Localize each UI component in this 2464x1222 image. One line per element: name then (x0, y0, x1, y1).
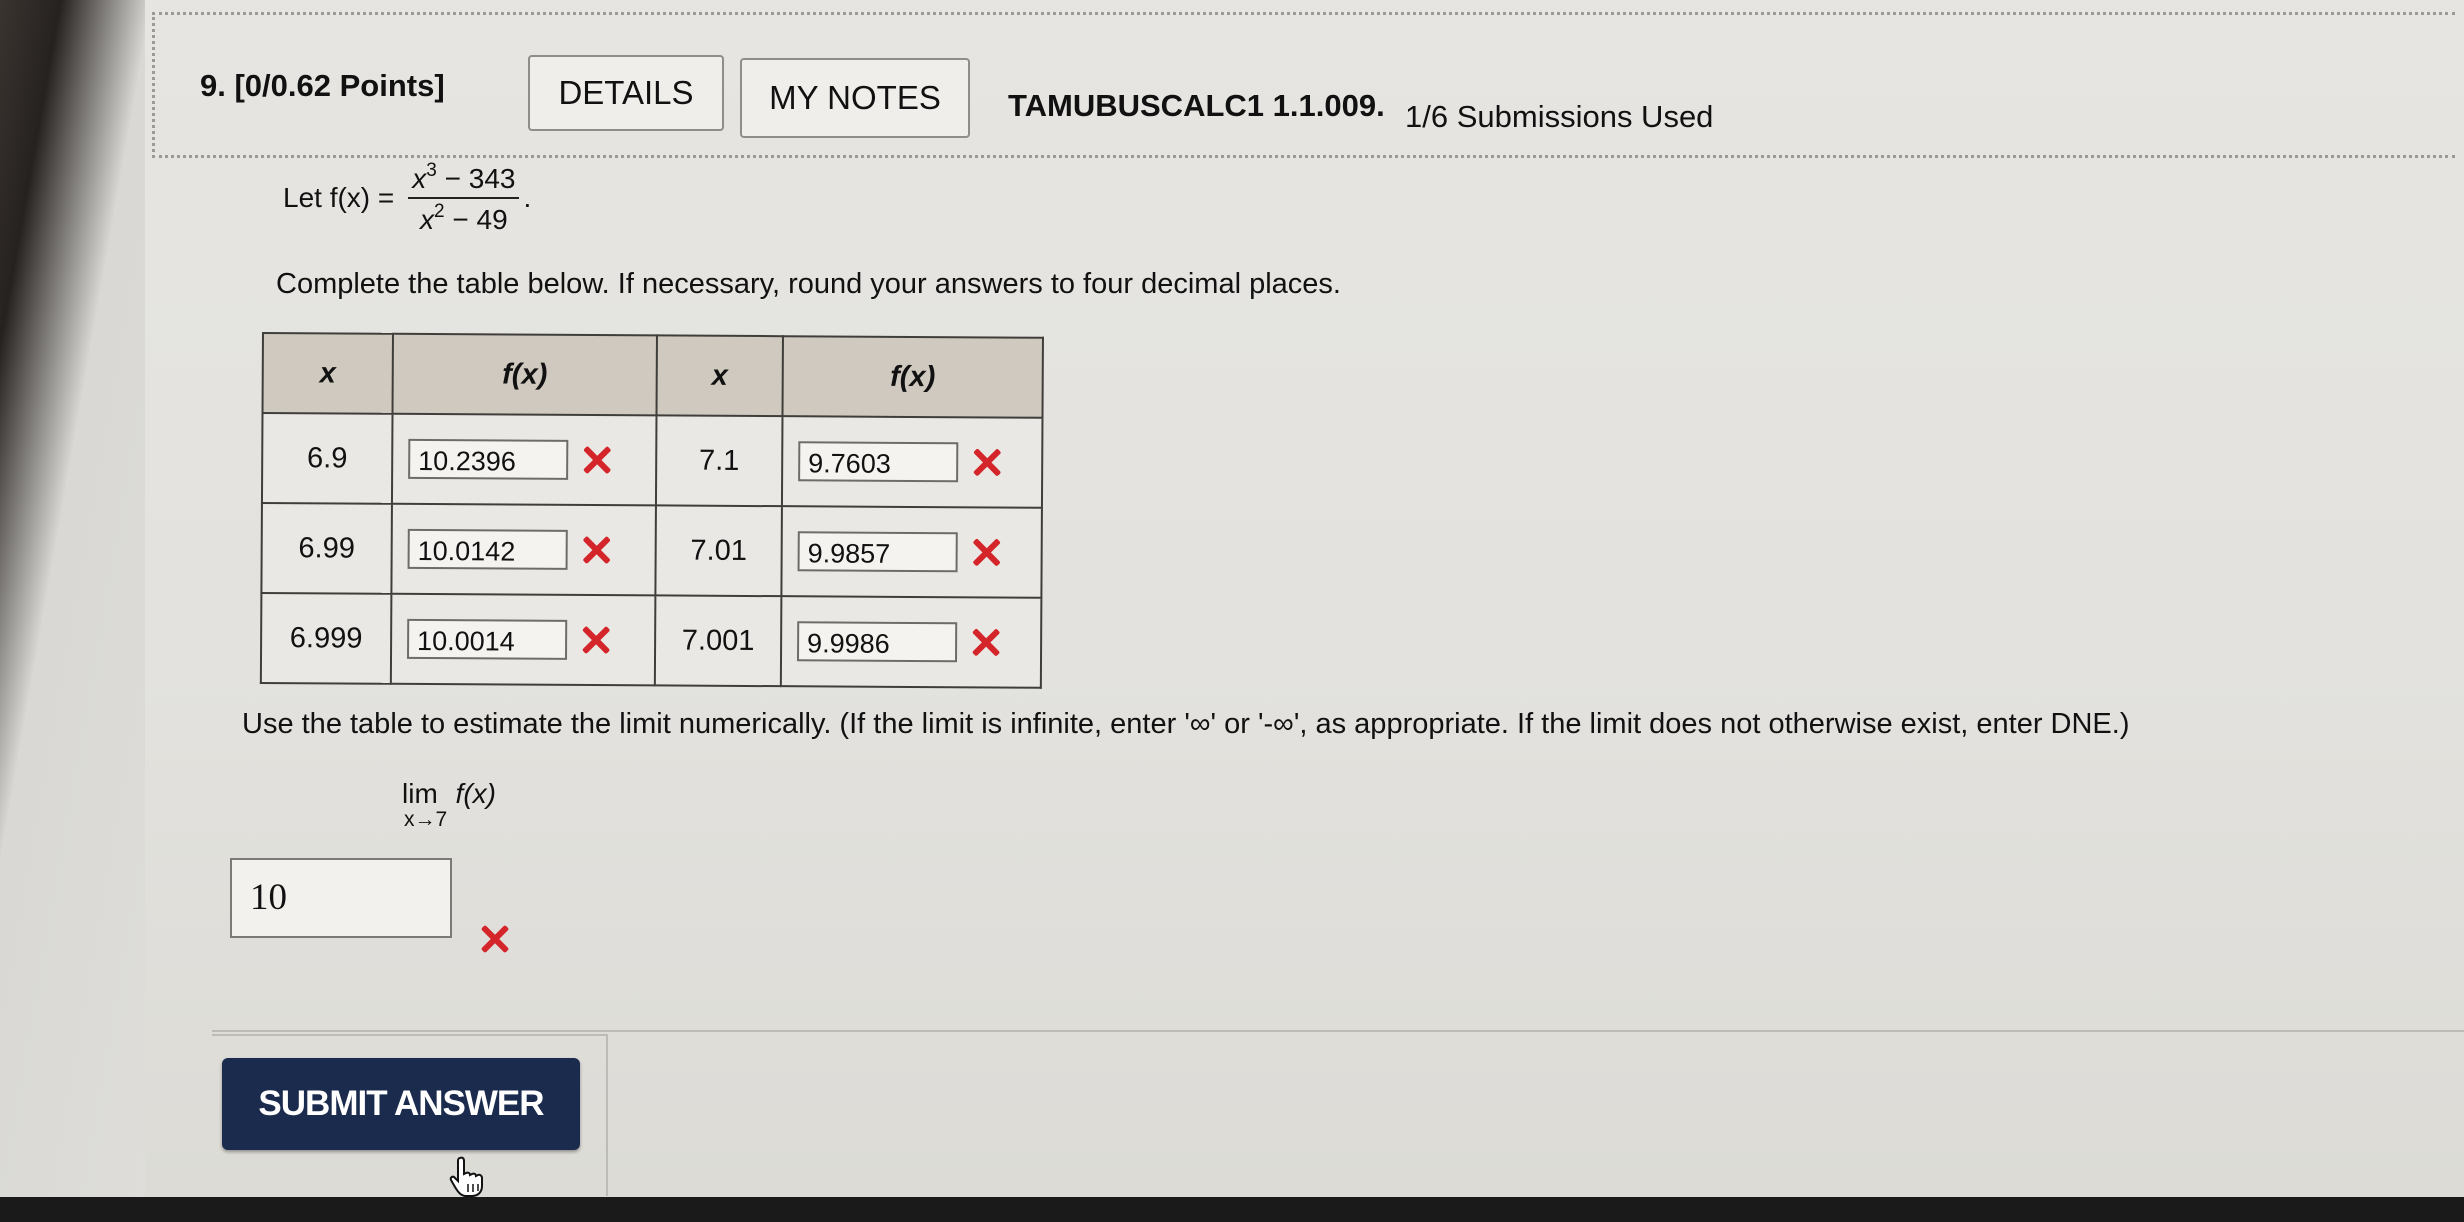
details-button[interactable]: DETAILS (528, 55, 724, 131)
incorrect-x-icon (971, 627, 1001, 657)
my-notes-button[interactable]: MY NOTES (740, 58, 970, 138)
table-row: 6.99 10.0142 7.01 9.9857 (261, 503, 1042, 598)
fx-left-input[interactable]: 10.2396 (408, 438, 569, 480)
definition-period: . (523, 182, 532, 213)
submissions-used: 1/6 Submissions Used (1405, 99, 1714, 134)
fx-right-input[interactable]: 9.9986 (796, 621, 958, 663)
x-right-value: 7.001 (654, 595, 782, 687)
header-fx-left: f(x) (392, 333, 657, 416)
x-left-value: 6.999 (260, 593, 392, 684)
x-left-value: 6.9 (261, 413, 393, 504)
incorrect-x-icon (582, 535, 612, 565)
fx-right-input[interactable]: 9.7603 (798, 441, 959, 483)
lim-function: f(x) (455, 778, 496, 809)
x-right-value: 7.01 (655, 505, 782, 597)
incorrect-x-icon (972, 537, 1002, 567)
table-instructions: Complete the table below. If necessary, … (276, 268, 1341, 300)
question-number-points: 9. [0/0.62 Points] (200, 68, 445, 103)
hand-pointer-icon (449, 1156, 483, 1197)
x-left-value: 6.99 (261, 503, 392, 594)
limit-instructions: Use the table to estimate the limit nume… (242, 708, 2130, 740)
fraction-numerator: x3 − 343 (408, 160, 520, 199)
lim-subscript: x→7 (404, 808, 448, 831)
screen-photo: 9. [0/0.62 Points] DETAILS MY NOTES TAMU… (0, 0, 2464, 1197)
limit-answer-input[interactable]: 10 (230, 858, 452, 938)
let-prefix: Let f(x) = (283, 182, 395, 213)
x-right-value: 7.1 (655, 415, 783, 507)
header-x-left: x (262, 333, 393, 414)
table-row: 6.9 10.2396 7.1 9.7603 (261, 413, 1043, 508)
incorrect-x-icon (480, 924, 510, 954)
header-x-right: x (656, 335, 783, 417)
lim-label: lim (402, 778, 438, 809)
limit-expression: lim f(x) (402, 778, 496, 810)
incorrect-x-icon (972, 447, 1002, 477)
submit-answer-button[interactable]: SUBMIT ANSWER (222, 1058, 580, 1150)
fraction-denominator: x2 − 49 (420, 201, 508, 235)
incorrect-x-icon (582, 445, 612, 475)
values-table: x f(x) x f(x) 6.9 10.2396 7.1 9.7603 6.9… (260, 332, 1044, 689)
function-definition: Let f(x) = x3 − 343 x2 − 49 . (283, 160, 531, 236)
course-id: TAMUBUSCALC1 1.1.009. (1008, 88, 1385, 123)
header-fx-right: f(x) (782, 336, 1043, 418)
fx-left-input[interactable]: 10.0014 (407, 618, 568, 660)
incorrect-x-icon (581, 625, 611, 655)
fx-left-input[interactable]: 10.0142 (407, 528, 568, 570)
function-fraction: x3 − 343 x2 − 49 (408, 160, 520, 236)
fx-right-input[interactable]: 9.9857 (797, 531, 958, 573)
table-row: 6.999 10.0014 7.001 9.9986 (260, 593, 1042, 688)
table-header-row: x f(x) x f(x) (262, 333, 1043, 418)
question-header (152, 12, 2455, 158)
